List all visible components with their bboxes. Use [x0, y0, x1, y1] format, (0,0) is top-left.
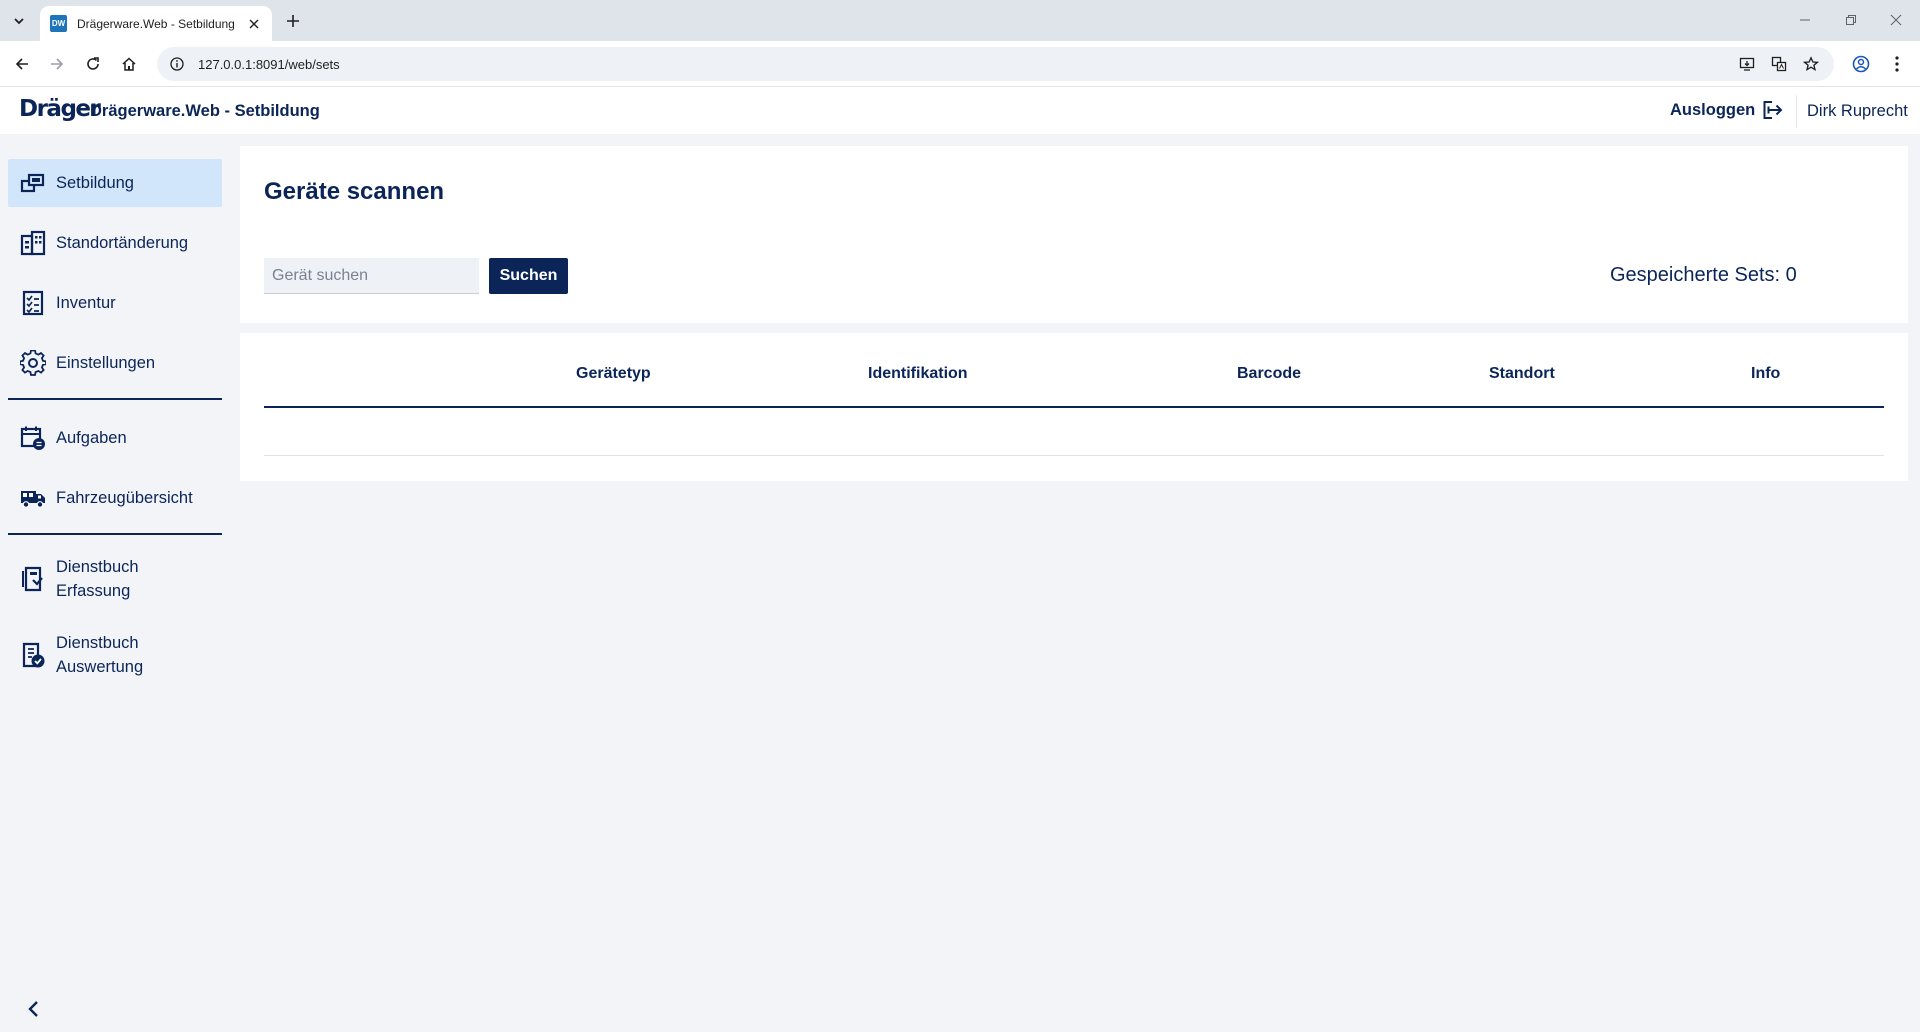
site-info-icon[interactable]	[167, 54, 187, 74]
sidebar-item-aufgaben[interactable]: Aufgaben	[8, 414, 222, 462]
tab-search-button[interactable]	[7, 9, 31, 33]
restore-button[interactable]	[1836, 8, 1866, 32]
star-icon	[1803, 56, 1819, 71]
translate-button[interactable]	[1767, 52, 1791, 76]
sidebar-item-einstellungen[interactable]: Einstellungen	[8, 339, 222, 387]
plus-icon	[287, 15, 299, 27]
logbook-check-icon	[20, 642, 46, 668]
close-window-button[interactable]	[1881, 8, 1911, 32]
restore-icon	[1846, 15, 1856, 25]
logout-label: Ausloggen	[1670, 100, 1756, 119]
close-icon	[249, 19, 259, 28]
device-search-input[interactable]	[264, 258, 479, 294]
sidebar-item-sublabel: Auswertung	[56, 658, 144, 676]
browser-tabstrip: DW Drägerware.Web - Setbildung	[0, 0, 1920, 41]
browser-tab[interactable]: DW Drägerware.Web - Setbildung	[40, 6, 272, 41]
header-divider	[1796, 95, 1797, 127]
app-header: Dräger Drägerware.Web - Setbildung Auslo…	[0, 87, 1920, 134]
profile-button[interactable]	[1848, 51, 1874, 77]
scan-card: Geräte scannen Suchen Gespeicherte Sets:…	[240, 146, 1908, 323]
sidebar: Setbildung Standortänderung Inventur Ein…	[0, 134, 230, 1032]
sidebar-item-sublabel: Erfassung	[56, 582, 131, 600]
search-button[interactable]: Suchen	[489, 258, 568, 294]
sidebar-item-setbildung[interactable]: Setbildung	[8, 159, 222, 207]
calendar-tasks-icon	[20, 425, 46, 451]
sidebar-item-label: Fahrzeugübersicht	[56, 489, 193, 507]
back-button[interactable]	[9, 51, 35, 77]
sidebar-collapse-button[interactable]	[20, 996, 46, 1022]
url-text: 127.0.0.1:8091/web/sets	[198, 56, 340, 72]
home-button[interactable]	[116, 51, 142, 77]
minimize-button[interactable]	[1790, 8, 1820, 32]
sidebar-item-label: Einstellungen	[56, 354, 156, 372]
more-vertical-icon	[1895, 56, 1899, 72]
home-icon	[122, 57, 136, 71]
sidebar-item-inventur[interactable]: Inventur	[8, 279, 222, 327]
sidebar-item-label: Dienstbuch	[56, 558, 139, 576]
info-icon	[170, 57, 184, 71]
column-header-identifikation[interactable]: Identifikation	[868, 365, 968, 383]
sidebar-item-dienstbuch-erfassung[interactable]: Dienstbuch Erfassung	[8, 548, 222, 610]
app-title: Drägerware.Web - Setbildung	[90, 102, 320, 120]
logout-icon	[1763, 101, 1783, 119]
forward-button[interactable]	[44, 51, 70, 77]
column-header-info[interactable]: Info	[1751, 365, 1780, 383]
devices-table: Gerätetyp Identifikation Barcode Standor…	[240, 333, 1908, 481]
sidebar-item-label: Standortänderung	[56, 234, 189, 252]
building-icon	[20, 230, 46, 256]
close-icon	[1890, 14, 1902, 26]
sidebar-divider	[8, 533, 222, 535]
new-tab-button[interactable]	[281, 9, 305, 33]
table-row-divider	[264, 455, 1884, 456]
column-header-barcode[interactable]: Barcode	[1237, 365, 1301, 383]
sidebar-item-dienstbuch-auswertung[interactable]: Dienstbuch Auswertung	[8, 624, 222, 686]
bookmark-button[interactable]	[1799, 52, 1823, 76]
checklist-icon	[20, 290, 46, 316]
browser-menu-button[interactable]	[1884, 51, 1910, 77]
logout-button[interactable]: Ausloggen	[1670, 97, 1784, 123]
sets-icon	[20, 170, 46, 196]
column-header-geraetetyp[interactable]: Gerätetyp	[576, 365, 651, 383]
sidebar-item-label-group: Dienstbuch Erfassung	[56, 555, 139, 603]
chevron-down-icon	[14, 18, 24, 25]
sidebar-item-label: Aufgaben	[56, 429, 127, 447]
page-title: Geräte scannen	[264, 178, 445, 205]
sidebar-item-label: Dienstbuch	[56, 634, 139, 652]
tab-close-button[interactable]	[246, 16, 262, 32]
profile-icon	[1852, 55, 1870, 73]
address-bar[interactable]: 127.0.0.1:8091/web/sets	[157, 47, 1834, 81]
saved-sets-count: Gespeicherte Sets: 0	[1610, 264, 1797, 286]
user-name: Dirk Ruprecht	[1807, 102, 1908, 120]
install-app-button[interactable]	[1735, 52, 1759, 76]
logbook-edit-icon	[20, 566, 46, 592]
gear-icon	[20, 350, 46, 376]
arrow-left-icon	[15, 58, 28, 70]
reload-icon	[87, 57, 99, 70]
sidebar-item-label-group: Dienstbuch Auswertung	[56, 631, 143, 679]
table-header-divider	[264, 406, 1884, 408]
chevron-left-icon	[28, 1001, 38, 1017]
sidebar-item-label: Inventur	[56, 294, 116, 312]
minimize-icon	[1800, 19, 1810, 21]
truck-icon	[20, 485, 46, 511]
sidebar-item-fahrzeuguebersicht[interactable]: Fahrzeugübersicht	[8, 474, 222, 522]
browser-toolbar: 127.0.0.1:8091/web/sets	[0, 41, 1920, 87]
sidebar-divider	[8, 398, 222, 400]
install-icon	[1739, 57, 1755, 71]
reload-button[interactable]	[80, 51, 106, 77]
sidebar-item-standortaenderung[interactable]: Standortänderung	[8, 219, 222, 267]
translate-icon	[1771, 56, 1787, 72]
arrow-right-icon	[51, 58, 64, 70]
column-header-standort[interactable]: Standort	[1489, 365, 1555, 383]
draeger-logo: Dräger	[19, 96, 101, 122]
sidebar-item-label: Setbildung	[56, 174, 134, 192]
favicon-icon: DW	[50, 15, 67, 32]
tab-title: Drägerware.Web - Setbildung	[77, 16, 235, 31]
